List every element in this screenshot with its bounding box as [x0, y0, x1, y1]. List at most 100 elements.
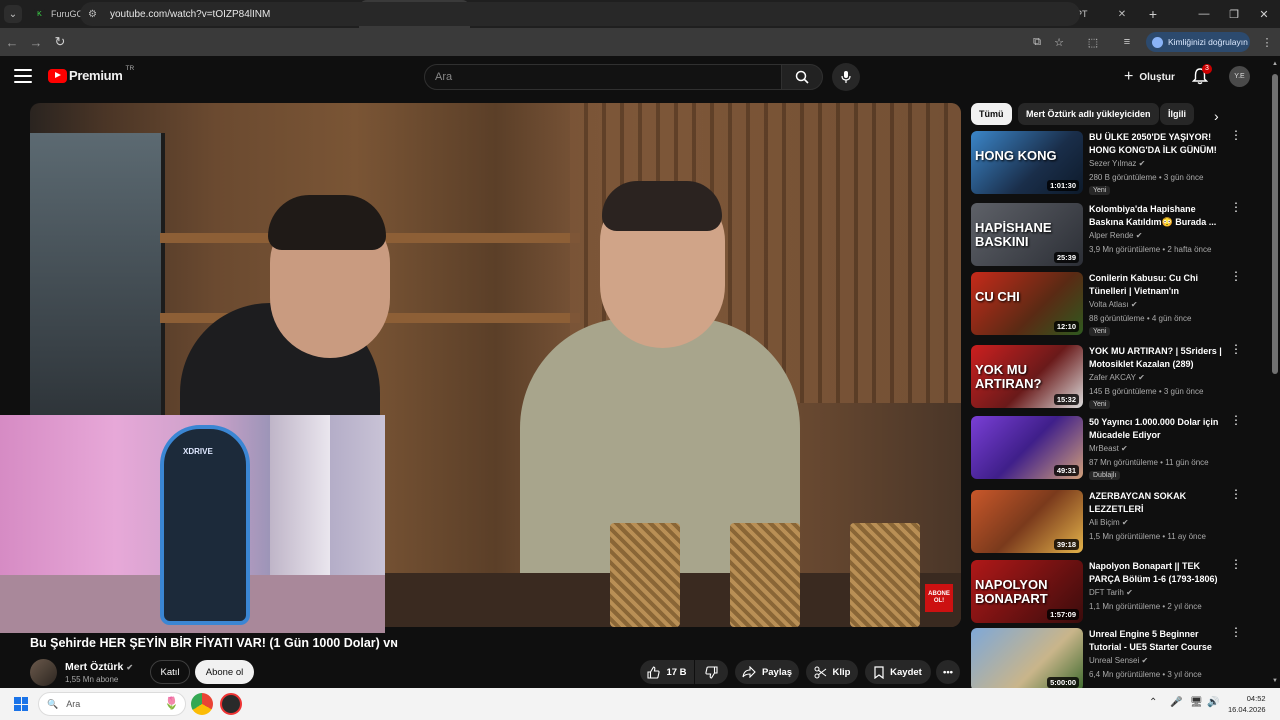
video-thumbnail[interactable]: CU CHI 12:10	[971, 272, 1083, 335]
recommended-channel-name[interactable]: MrBeast ✔	[1089, 444, 1128, 453]
recommended-video[interactable]: CU CHI 12:10 Conilerin Kabusu: Cu Chi Tüne…	[971, 270, 1249, 336]
video-thumbnail[interactable]: NAPOLYON BONAPART 1:57:09	[971, 560, 1083, 623]
create-button[interactable]: + Oluştur	[1114, 64, 1185, 90]
cast-icon[interactable]: ⧉	[1026, 28, 1048, 56]
recommended-channel-name[interactable]: Zafer AKCAY ✔	[1089, 373, 1145, 382]
recommended-video-meta: 6,4 Mn görüntüleme • 3 yıl önce	[1089, 670, 1202, 679]
video-thumbnail[interactable]: YOK MU ARTIRAN? 15:32	[971, 345, 1083, 408]
network-icon[interactable]: 🖥	[1190, 697, 1203, 708]
recommended-video-title[interactable]: Conilerin Kabusu: Cu Chi Tünelleri | Vie…	[1089, 272, 1227, 298]
url-bar[interactable]: ⚙ youtube.com/watch?v=tOIZP84lINM	[80, 2, 1080, 26]
page-scrollbar[interactable]: ▲ ▼	[1270, 56, 1280, 688]
more-vertical-icon[interactable]: ⋮	[1230, 488, 1242, 500]
recommended-video[interactable]: HONG KONG 1:01:30 BU ÜLKE 2050'DE YAŞIYOR!…	[971, 129, 1249, 195]
recommended-video-title[interactable]: Unreal Engine 5 Beginner Tutorial - UE5 …	[1089, 628, 1227, 654]
recommended-channel-name[interactable]: Unreal Sensei ✔	[1089, 656, 1148, 665]
taskbar-search-input[interactable]: 🔍 Ara 🌷	[38, 692, 186, 716]
more-vertical-icon[interactable]: ⋮	[1230, 270, 1242, 282]
chrome-taskbar-icon[interactable]	[191, 693, 213, 715]
recommended-video[interactable]: HAPİSHANE BASKINI 25:39 Kolombiya'da Hapis…	[971, 201, 1249, 267]
microphone-icon	[841, 71, 851, 83]
recommended-video-title[interactable]: YOK MU ARTIRAN? | 5Sriders | Motosiklet …	[1089, 345, 1227, 371]
minimize-button[interactable]: —	[1188, 0, 1220, 28]
recommended-video[interactable]: NAPOLYON BONAPART 1:57:09 Napolyon Bonapar…	[971, 558, 1249, 624]
back-button[interactable]: ←	[0, 28, 24, 56]
tray-expand-icon[interactable]: ⌃	[1149, 697, 1157, 708]
recommended-video-title[interactable]: BU ÜLKE 2050'DE YAŞIYOR! HONG KONG'DA İL…	[1089, 131, 1227, 157]
video-thumbnail[interactable]: HONG KONG 1:01:30	[971, 131, 1083, 194]
more-vertical-icon[interactable]: ⋮	[1230, 343, 1242, 355]
search-button[interactable]	[781, 64, 823, 90]
search-icon	[795, 70, 809, 84]
recommended-video-title[interactable]: 50 Yayıncı 1.000.000 Dolar için Mücadele…	[1089, 416, 1227, 442]
account-avatar[interactable]: Y.E	[1229, 66, 1250, 87]
recommended-video-title[interactable]: AZERBAYCAN SOKAK LEZZETLERİ	[1089, 490, 1227, 516]
tab-search-button[interactable]: ⌄	[0, 0, 26, 28]
share-button[interactable]: Paylaş	[735, 660, 799, 684]
more-actions-button[interactable]: •••	[936, 660, 960, 684]
dislike-button[interactable]	[695, 660, 728, 684]
subscribe-overlay-badge[interactable]: ABONE OL!	[925, 584, 953, 612]
recommended-video[interactable]: 5:00:00 Unreal Engine 5 Beginner Tutorial…	[971, 626, 1249, 692]
more-vertical-icon[interactable]: ⋮	[1230, 626, 1242, 638]
join-button[interactable]: Katıl	[150, 660, 190, 684]
reload-button[interactable]: ↻	[48, 28, 72, 56]
extensions-icon[interactable]: ⬚	[1082, 28, 1104, 56]
site-info-icon[interactable]: ⚙	[88, 9, 102, 20]
hamburger-menu-icon[interactable]	[14, 69, 32, 83]
more-vertical-icon[interactable]: ⋮	[1230, 129, 1242, 141]
recommended-channel-name[interactable]: Volta Atlası ✔	[1089, 300, 1138, 309]
bookmark-star-icon[interactable]: ☆	[1048, 28, 1070, 56]
scroll-up-icon[interactable]: ▲	[1272, 61, 1278, 67]
video-thumbnail[interactable]: HAPİSHANE BASKINI 25:39	[971, 203, 1083, 266]
channel-avatar[interactable]	[30, 659, 57, 686]
windows-start-icon[interactable]	[14, 697, 28, 711]
video-thumbnail[interactable]: 49:31	[971, 416, 1083, 479]
system-clock[interactable]: 04:52 16.04.2026	[1228, 693, 1266, 715]
chip-from-uploader[interactable]: Mert Öztürk adlı yükleyiciden	[1018, 103, 1159, 125]
video-duration: 39:18	[1053, 539, 1079, 550]
media-controls-icon[interactable]: ≡	[1116, 28, 1138, 56]
save-button[interactable]: Kaydet	[865, 660, 931, 684]
thumbnail-caption: HAPİSHANE BASKINI	[975, 220, 1052, 249]
subscribe-button[interactable]: Abone ol	[195, 660, 254, 684]
scroll-down-icon[interactable]: ▼	[1272, 678, 1278, 684]
recommended-channel-name[interactable]: Sezer Yılmaz ✔	[1089, 159, 1145, 168]
more-vertical-icon[interactable]: ⋮	[1230, 414, 1242, 426]
forward-button[interactable]: →	[24, 28, 48, 56]
volume-icon[interactable]: 🔊	[1207, 697, 1219, 708]
more-vertical-icon[interactable]: ⋮	[1230, 558, 1242, 570]
close-window-button[interactable]: ✕	[1248, 0, 1280, 28]
recommended-channel-name[interactable]: Ali Biçim ✔	[1089, 518, 1129, 527]
voice-search-button[interactable]	[832, 63, 860, 91]
clip-button[interactable]: Klip	[806, 660, 858, 684]
channel-name[interactable]: Mert Öztürk ✔	[65, 661, 133, 673]
youtube-premium-logo[interactable]: Premium TR	[48, 65, 134, 83]
recommended-channel-name[interactable]: Alper Rende ✔	[1089, 231, 1142, 240]
search-input[interactable]: Ara	[424, 64, 782, 90]
microphone-tray-icon[interactable]: 🎤	[1170, 697, 1182, 708]
recommended-channel-name[interactable]: DFT Tarih ✔	[1089, 588, 1133, 597]
tab-close-icon[interactable]: ✕	[1116, 9, 1128, 20]
recommended-video[interactable]: 39:18 AZERBAYCAN SOKAK LEZZETLERİ Ali Biçi…	[971, 488, 1249, 554]
recommended-video[interactable]: YOK MU ARTIRAN? 15:32 YOK MU ARTIRAN? | 5S…	[971, 343, 1249, 409]
video-thumbnail[interactable]: 5:00:00	[971, 628, 1083, 691]
app-taskbar-icon[interactable]	[220, 693, 242, 715]
scene-chair	[850, 523, 920, 627]
browser-menu-icon[interactable]: ⋮	[1256, 28, 1278, 56]
video-thumbnail[interactable]: 39:18	[971, 490, 1083, 553]
chevron-right-icon[interactable]: ›	[1214, 108, 1219, 124]
profile-verify-button[interactable]: Kimliğinizi doğrulayın	[1146, 32, 1250, 52]
recommended-video[interactable]: 49:31 50 Yayıncı 1.000.000 Dolar için Müc…	[971, 414, 1249, 480]
recommended-video-title[interactable]: Kolombiya'da Hapishane Baskına Katıldım😳…	[1089, 203, 1227, 229]
maximize-button[interactable]: ❐	[1218, 0, 1250, 28]
like-button[interactable]: 17 B	[640, 660, 694, 684]
video-duration: 15:32	[1053, 394, 1079, 405]
notifications-button[interactable]: 3	[1191, 64, 1212, 87]
recommended-video-title[interactable]: Napolyon Bonapart || TEK PARÇA Bölüm 1-6…	[1089, 560, 1227, 586]
more-vertical-icon[interactable]: ⋮	[1230, 201, 1242, 213]
new-tab-button[interactable]: +	[1142, 6, 1164, 22]
chip-all[interactable]: Tümü	[971, 103, 1012, 125]
chip-related[interactable]: İlgili	[1160, 103, 1194, 125]
scrollbar-thumb[interactable]	[1272, 74, 1278, 374]
